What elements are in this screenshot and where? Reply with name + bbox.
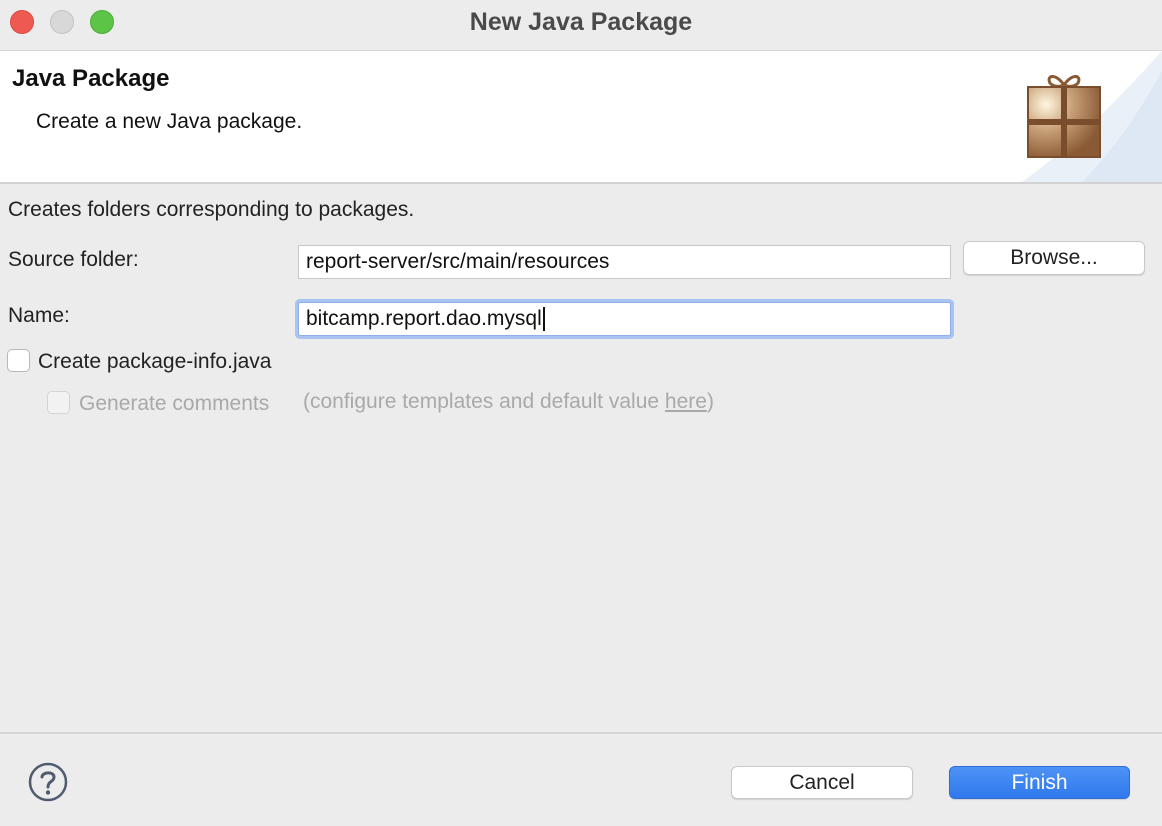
wizard-banner: Java Package Create a new Java package. [0, 51, 1162, 184]
browse-button[interactable]: Browse... [963, 241, 1145, 275]
text-caret [542, 307, 545, 332]
cancel-button[interactable]: Cancel [731, 766, 913, 799]
generate-comments-checkbox [47, 391, 70, 414]
package-gift-icon [1027, 75, 1101, 158]
footer-divider [0, 732, 1162, 734]
title-bar: New Java Package [0, 0, 1162, 51]
window-title: New Java Package [469, 8, 693, 36]
create-package-info-label[interactable]: Create package-info.java [38, 350, 271, 374]
banner-description: Create a new Java package. [36, 110, 303, 133]
page-description: Creates folders corresponding to package… [8, 198, 415, 221]
package-name-value: bitcamp.report.dao.mysql [306, 307, 542, 330]
configure-templates-hint: (configure templates and default value h… [303, 390, 714, 414]
package-name-field[interactable]: bitcamp.report.dao.mysql [298, 302, 951, 336]
name-label: Name: [8, 304, 70, 327]
configure-here-link: here [664, 390, 707, 413]
banner-title: Java Package [12, 65, 170, 92]
configure-hint-suffix: ) [706, 390, 714, 413]
source-folder-field[interactable]: report-server/src/main/resources [298, 245, 951, 279]
source-folder-label: Source folder: [8, 248, 139, 271]
finish-button[interactable]: Finish [949, 766, 1130, 799]
create-package-info-checkbox[interactable] [7, 349, 30, 372]
help-question-icon[interactable] [28, 762, 68, 802]
configure-hint-prefix: (configure templates and default value [303, 390, 665, 413]
source-folder-value: report-server/src/main/resources [306, 250, 610, 273]
generate-comments-label: Generate comments [79, 392, 270, 415]
